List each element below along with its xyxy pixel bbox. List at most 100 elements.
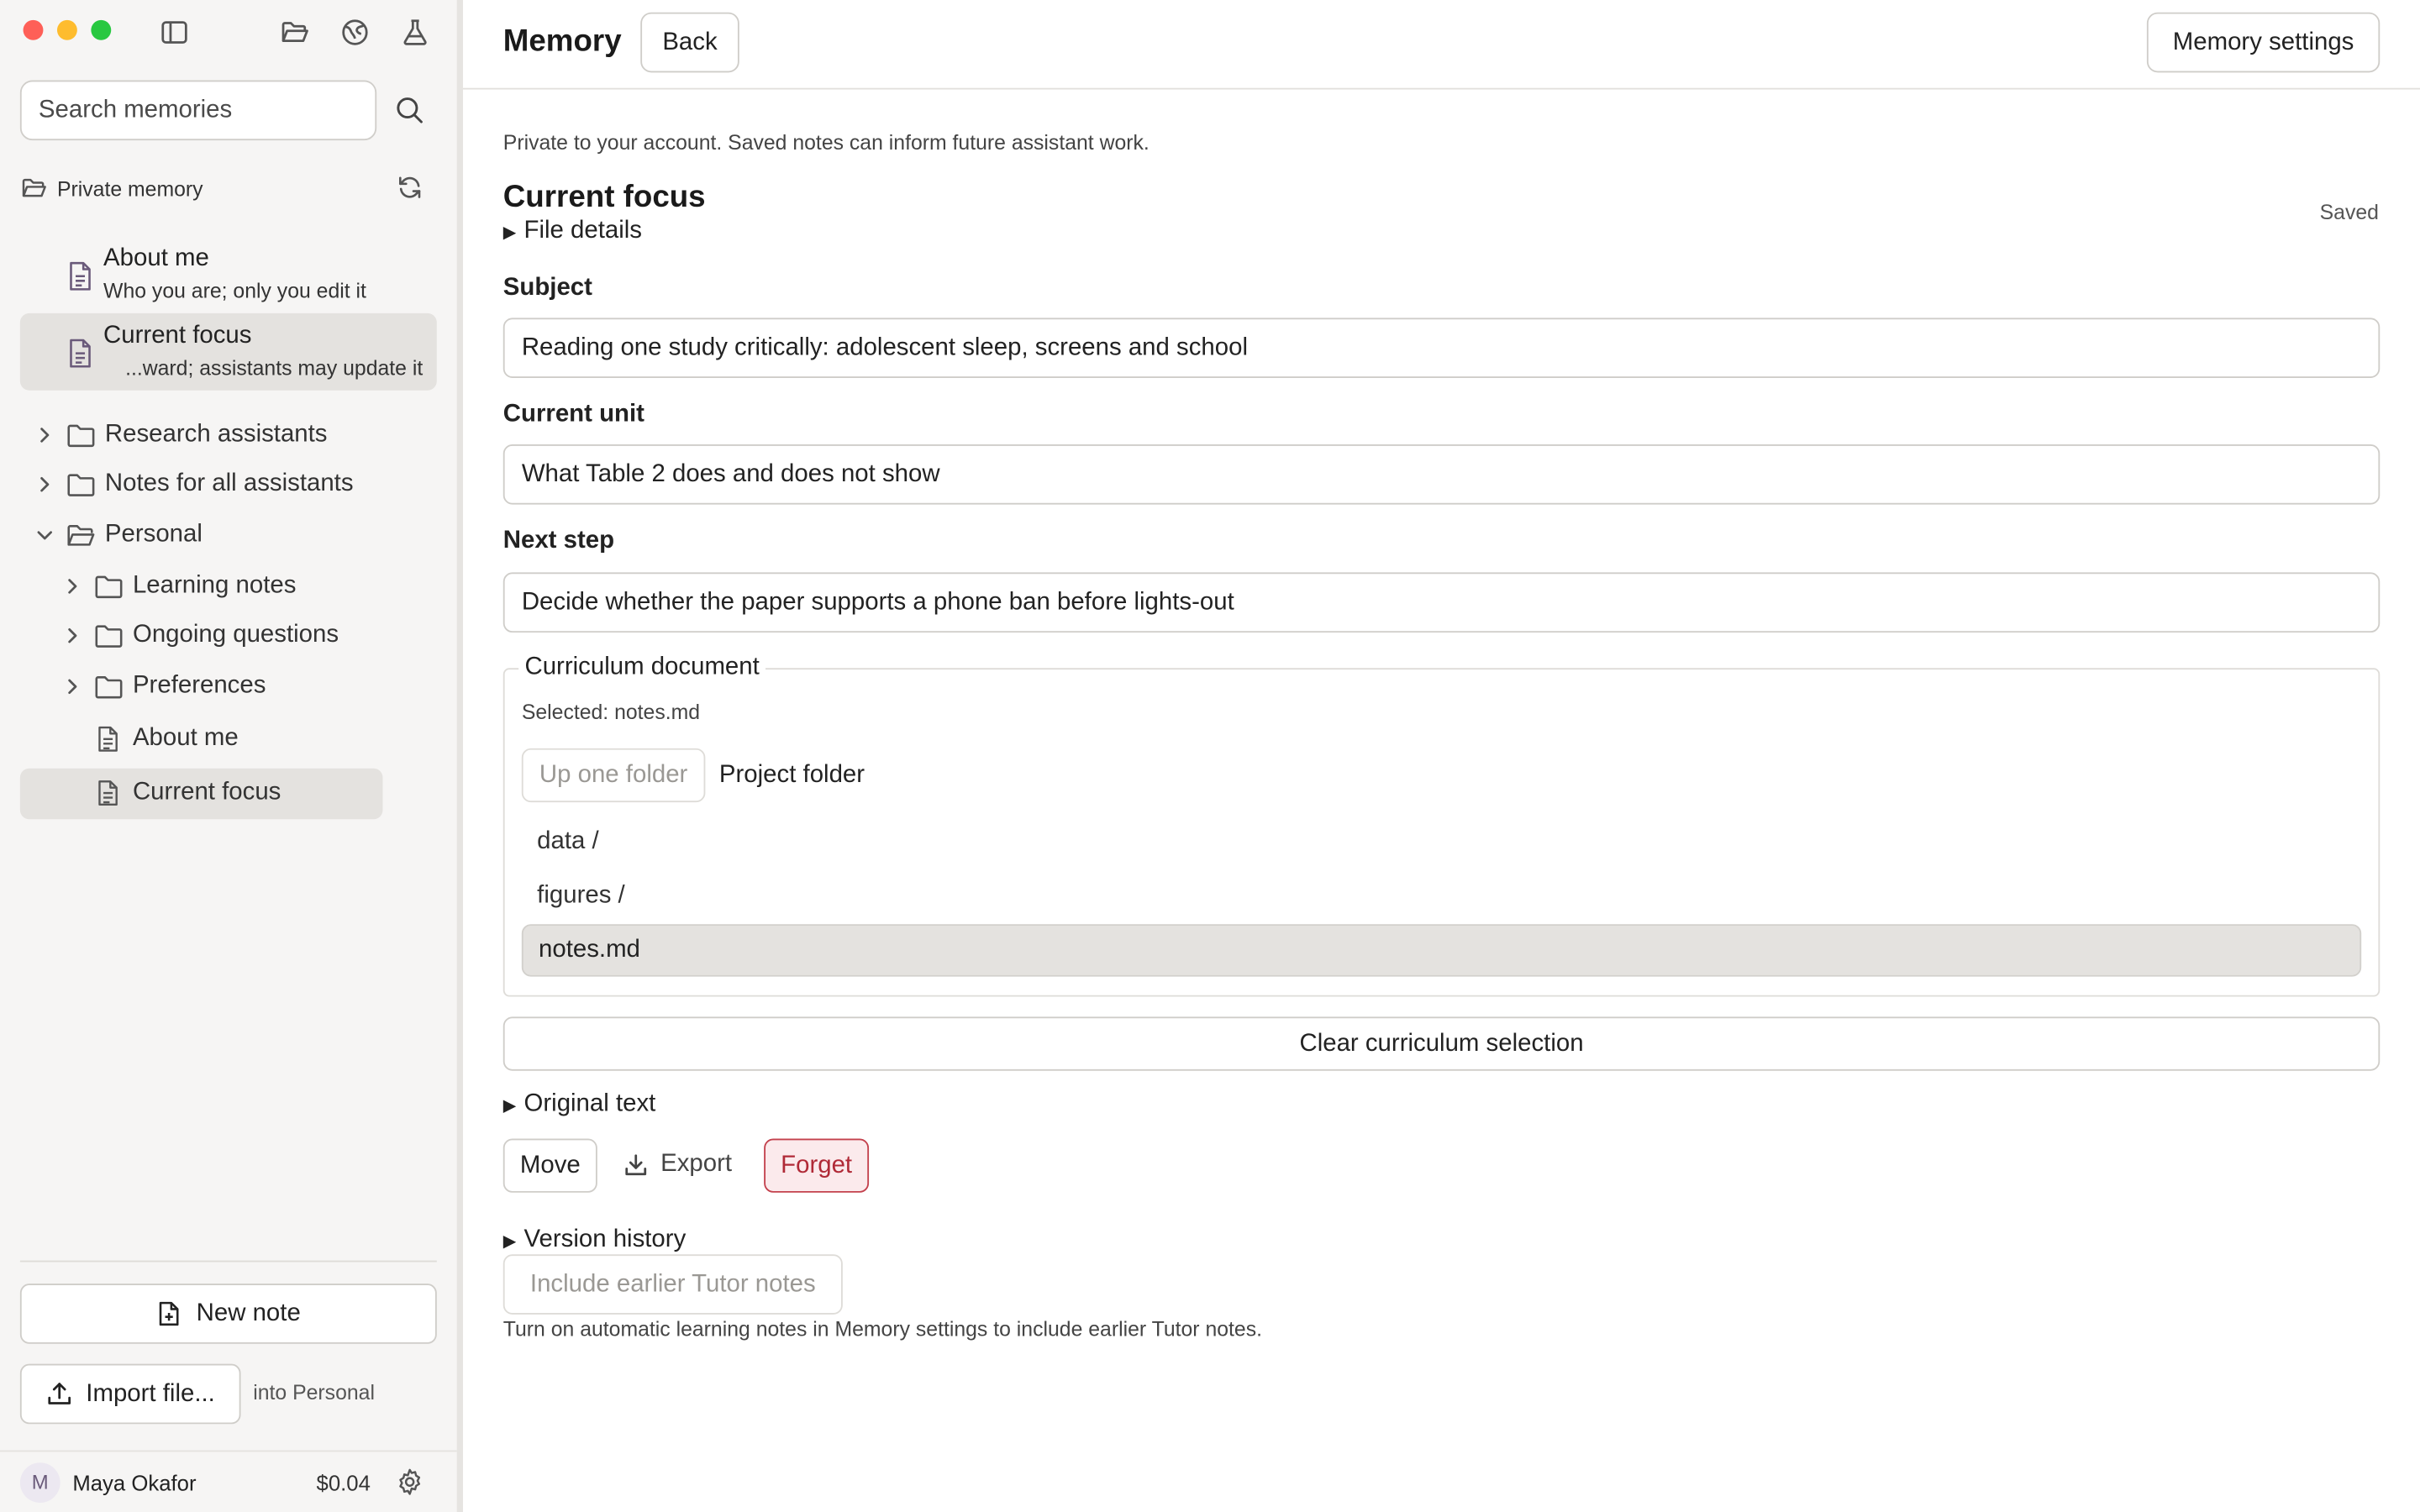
tree-file-about-me[interactable]: About me	[96, 717, 239, 760]
tree-folder-preferences[interactable]: Preferences	[61, 665, 266, 708]
export-button[interactable]: Export	[623, 1149, 732, 1180]
sidebar: Private memory About me Who you are; onl…	[0, 0, 457, 1512]
folder-icon	[66, 471, 96, 497]
include-earlier-notes-button[interactable]: Include earlier Tutor notes	[502, 1254, 843, 1315]
divider	[19, 1260, 437, 1263]
tree-label: Research assistants	[104, 421, 328, 448]
maximize-window-button[interactable]	[91, 19, 112, 40]
file-row-data[interactable]: data /	[522, 816, 2361, 869]
back-button[interactable]: Back	[640, 12, 739, 73]
section-label: Private memory	[56, 176, 203, 200]
original-text-label: Original text	[523, 1090, 656, 1117]
export-label: Export	[660, 1151, 733, 1178]
file-row-figures[interactable]: figures /	[522, 870, 2361, 922]
divider	[0, 1450, 457, 1452]
document-icon	[96, 780, 120, 807]
subject-field[interactable]	[502, 318, 2381, 379]
file-row-notes[interactable]: notes.md	[521, 924, 2362, 977]
tree-label: Notes for all assistants	[104, 470, 354, 497]
tree-file-current-focus[interactable]: Current focus	[96, 771, 281, 814]
new-note-button[interactable]: New note	[19, 1284, 437, 1344]
folder-open-icon[interactable]	[279, 17, 310, 48]
folder-icon	[94, 674, 124, 700]
folder-icon	[94, 573, 124, 599]
private-memory-section[interactable]: Private memory	[20, 173, 203, 204]
tree-label: Ongoing questions	[132, 622, 339, 648]
next-step-label: Next step	[502, 528, 615, 554]
current-unit-field[interactable]	[502, 444, 2381, 505]
privacy-note: Private to your account. Saved notes can…	[502, 131, 1150, 155]
tree-folder-learning-notes[interactable]: Learning notes	[61, 564, 296, 607]
download-icon	[625, 1154, 647, 1176]
sidebar-resize-handle[interactable]	[456, 0, 464, 1512]
next-step-field[interactable]	[502, 572, 2381, 633]
tree-folder-notes-for-all-assistants[interactable]: Notes for all assistants	[34, 463, 354, 506]
pinned-item-subtitle: Who you are; only you edit it	[103, 279, 366, 303]
disclosure-triangle-icon: ▶	[502, 1231, 517, 1251]
original-text-toggle[interactable]: ▶ Original text	[503, 1089, 656, 1121]
tree-label: Current focus	[132, 779, 281, 806]
memory-settings-button[interactable]: Memory settings	[2146, 12, 2381, 73]
gear-icon[interactable]	[395, 1467, 424, 1497]
import-target-label: into Personal	[253, 1380, 375, 1404]
pinned-item-title: About me	[103, 245, 209, 272]
minimize-window-button[interactable]	[56, 19, 77, 40]
pinned-item-about-me[interactable]: About me Who you are; only you edit it	[20, 236, 437, 313]
curriculum-legend: Curriculum document	[518, 654, 766, 682]
folder-open-icon	[22, 178, 46, 197]
pinned-item-subtitle: ...ward; assistants may update it	[125, 356, 424, 380]
tree-folder-research-assistants[interactable]: Research assistants	[34, 413, 328, 456]
file-details-toggle[interactable]: ▶ File details	[503, 216, 642, 247]
user-name: Maya Okafor	[72, 1470, 197, 1495]
tree-label: Personal	[104, 521, 203, 549]
tree-label: Preferences	[132, 672, 266, 700]
avatar[interactable]: M	[19, 1462, 60, 1503]
tree-label: Learning notes	[132, 572, 297, 599]
document-icon	[66, 338, 94, 369]
selected-file-text: Selected: notes.md	[521, 700, 701, 724]
import-label: Import file...	[86, 1379, 215, 1407]
tree-folder-personal[interactable]: Personal	[34, 514, 203, 557]
current-folder-name: Project folder	[718, 762, 865, 789]
document-icon	[66, 260, 94, 291]
disclosure-triangle-icon: ▶	[502, 223, 517, 242]
search-icon[interactable]	[393, 94, 426, 127]
current-unit-label: Current unit	[502, 401, 644, 428]
document-icon	[96, 725, 120, 753]
chevron-right-icon[interactable]	[34, 424, 55, 446]
chevron-down-icon[interactable]	[34, 524, 55, 546]
globe-icon[interactable]	[339, 17, 371, 48]
folder-icon	[94, 622, 124, 648]
include-hint: Turn on automatic learning notes in Memo…	[502, 1317, 1262, 1341]
chevron-right-icon[interactable]	[61, 575, 83, 597]
chevron-right-icon[interactable]	[61, 675, 83, 697]
save-status: Saved	[2319, 200, 2379, 224]
close-window-button[interactable]	[23, 19, 44, 40]
subject-label: Subject	[502, 274, 592, 302]
disclosure-triangle-icon: ▶	[502, 1096, 517, 1116]
file-details-label: File details	[523, 217, 642, 244]
forget-button[interactable]: Forget	[764, 1138, 870, 1193]
up-one-folder-button[interactable]: Up one folder	[521, 748, 706, 803]
version-history-toggle[interactable]: ▶ Version history	[503, 1225, 686, 1256]
tree-label: About me	[132, 725, 239, 752]
search-input[interactable]	[19, 80, 377, 141]
new-note-label: New note	[196, 1299, 301, 1326]
folder-icon	[66, 422, 96, 448]
flask-icon[interactable]	[400, 17, 431, 48]
account-balance: $0.04	[316, 1470, 371, 1495]
new-file-icon	[160, 1301, 179, 1326]
main-panel: Memory Back Memory settings Private to y…	[463, 0, 2420, 1512]
import-file-button[interactable]: Import file...	[19, 1363, 241, 1425]
chevron-right-icon[interactable]	[34, 474, 55, 496]
memory-title: Current focus	[502, 180, 706, 215]
refresh-icon[interactable]	[395, 173, 424, 202]
clear-curriculum-button[interactable]: Clear curriculum selection	[502, 1016, 2381, 1071]
chevron-right-icon[interactable]	[61, 625, 83, 647]
sidebar-toggle-icon[interactable]	[159, 17, 190, 48]
page-title: Memory	[502, 24, 622, 59]
pinned-item-current-focus[interactable]: Current focus ...ward; assistants may up…	[19, 312, 437, 391]
pinned-item-title: Current focus	[103, 322, 252, 349]
move-button[interactable]: Move	[502, 1138, 597, 1193]
tree-folder-ongoing-questions[interactable]: Ongoing questions	[61, 614, 339, 657]
